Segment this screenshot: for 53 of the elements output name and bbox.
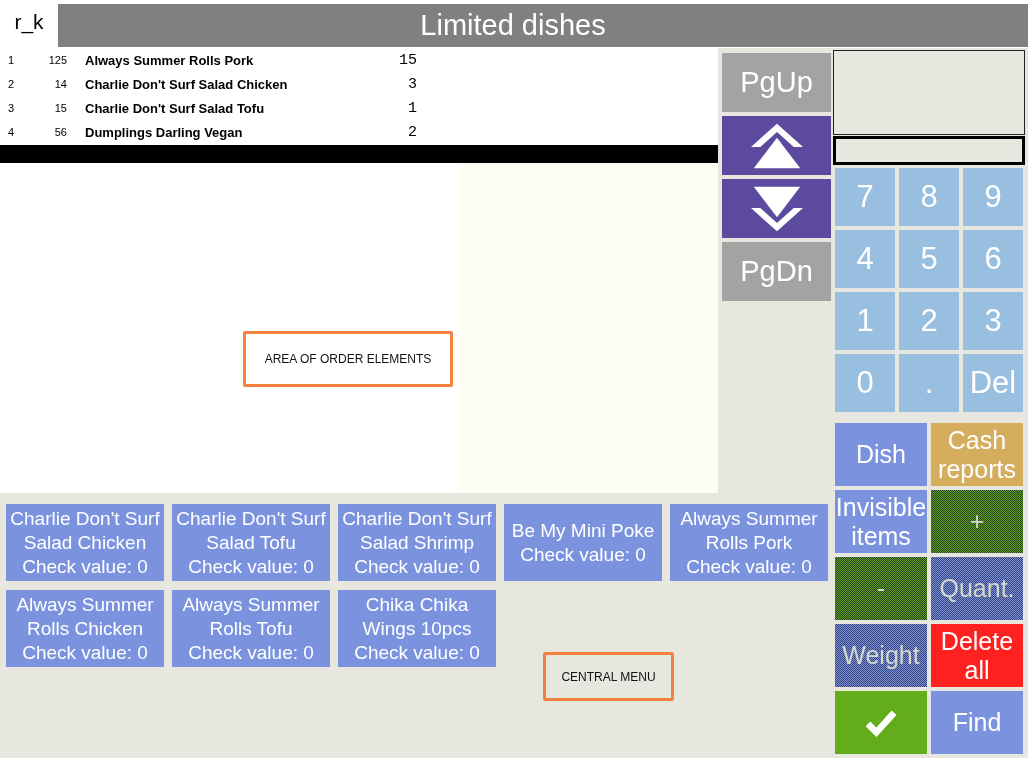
scroll-up-button[interactable]: [722, 116, 831, 175]
annotation-callout: AREA OF ORDER ELEMENTS: [243, 331, 453, 387]
keypad-key[interactable]: 8: [899, 168, 959, 226]
input-field[interactable]: [833, 136, 1025, 165]
row-number: 4: [7, 126, 16, 138]
dish-quantity: 3: [407, 75, 417, 93]
dish-name: Always Summer Rolls Pork: [85, 52, 255, 68]
menu-item-button[interactable]: Charlie Don't Surf Salad Shrimp Check value: 0: [338, 504, 496, 581]
function-button[interactable]: Invisible items: [835, 490, 927, 553]
dish-code: 15: [53, 102, 67, 114]
menu-item-button[interactable]: Always Summer Rolls Pork Check value: 0: [670, 504, 828, 581]
keypad-key[interactable]: 4: [835, 230, 895, 288]
dish-quantity: 15: [398, 51, 417, 69]
keypad-key[interactable]: 6: [963, 230, 1023, 288]
keypad-key[interactable]: .: [899, 354, 959, 412]
page-button[interactable]: PgDn: [722, 242, 831, 301]
keypad-key[interactable]: Del: [963, 354, 1023, 412]
keypad-key[interactable]: 7: [835, 168, 895, 226]
row-number: 3: [7, 102, 16, 114]
function-button[interactable]: Delete all: [931, 624, 1023, 687]
keypad-key[interactable]: 2: [899, 292, 959, 350]
row-number: 1: [7, 54, 16, 66]
menu-item-button[interactable]: Charlie Don't Surf Salad Chicken Check value: 0: [6, 504, 164, 581]
menu-item-button[interactable]: Always Summer Rolls Chicken Check value: 0: [6, 590, 164, 667]
dish-code: 125: [47, 54, 67, 66]
dish-code: 14: [53, 78, 67, 90]
page-button[interactable]: PgUp: [722, 53, 831, 112]
menu-item-button[interactable]: Charlie Don't Surf Salad Tofu Check value: 0: [172, 504, 330, 581]
dish-quantity: 2: [407, 123, 417, 141]
keypad-key[interactable]: 3: [963, 292, 1023, 350]
function-button[interactable]: Cash reports: [931, 423, 1023, 486]
dish-name: Dumplings Darling Vegan: [85, 124, 244, 140]
keypad-key[interactable]: 0: [835, 354, 895, 412]
dish-quantity: 1: [407, 99, 417, 117]
keypad-key[interactable]: 5: [899, 230, 959, 288]
dish-code: 56: [53, 126, 67, 138]
check-icon: [864, 708, 898, 737]
double-chevron-down-icon: [750, 185, 803, 232]
scroll-down-button[interactable]: [722, 179, 831, 238]
keypad-key[interactable]: 9: [963, 168, 1023, 226]
keypad-key[interactable]: 1: [835, 292, 895, 350]
row-number: 2: [7, 78, 16, 90]
menu-item-button[interactable]: Chika Chika Wings 10pcs Check value: 0: [338, 590, 496, 667]
function-button[interactable]: [835, 691, 927, 754]
function-button[interactable]: Dish: [835, 423, 927, 486]
annotation-callout: CENTRAL MENU: [543, 652, 674, 701]
menu-item-button[interactable]: Always Summer Rolls Tofu Check value: 0: [172, 590, 330, 667]
dish-name: Charlie Don't Surf Salad Chicken: [85, 76, 289, 92]
menu-item-button[interactable]: Be My Mini Poke Check value: 0: [504, 504, 662, 581]
window-title: Limited dishes: [420, 9, 606, 42]
dish-name: Charlie Don't Surf Salad Tofu: [85, 100, 266, 116]
function-button[interactable]: Find: [931, 691, 1023, 754]
double-chevron-up-icon: [750, 122, 803, 169]
